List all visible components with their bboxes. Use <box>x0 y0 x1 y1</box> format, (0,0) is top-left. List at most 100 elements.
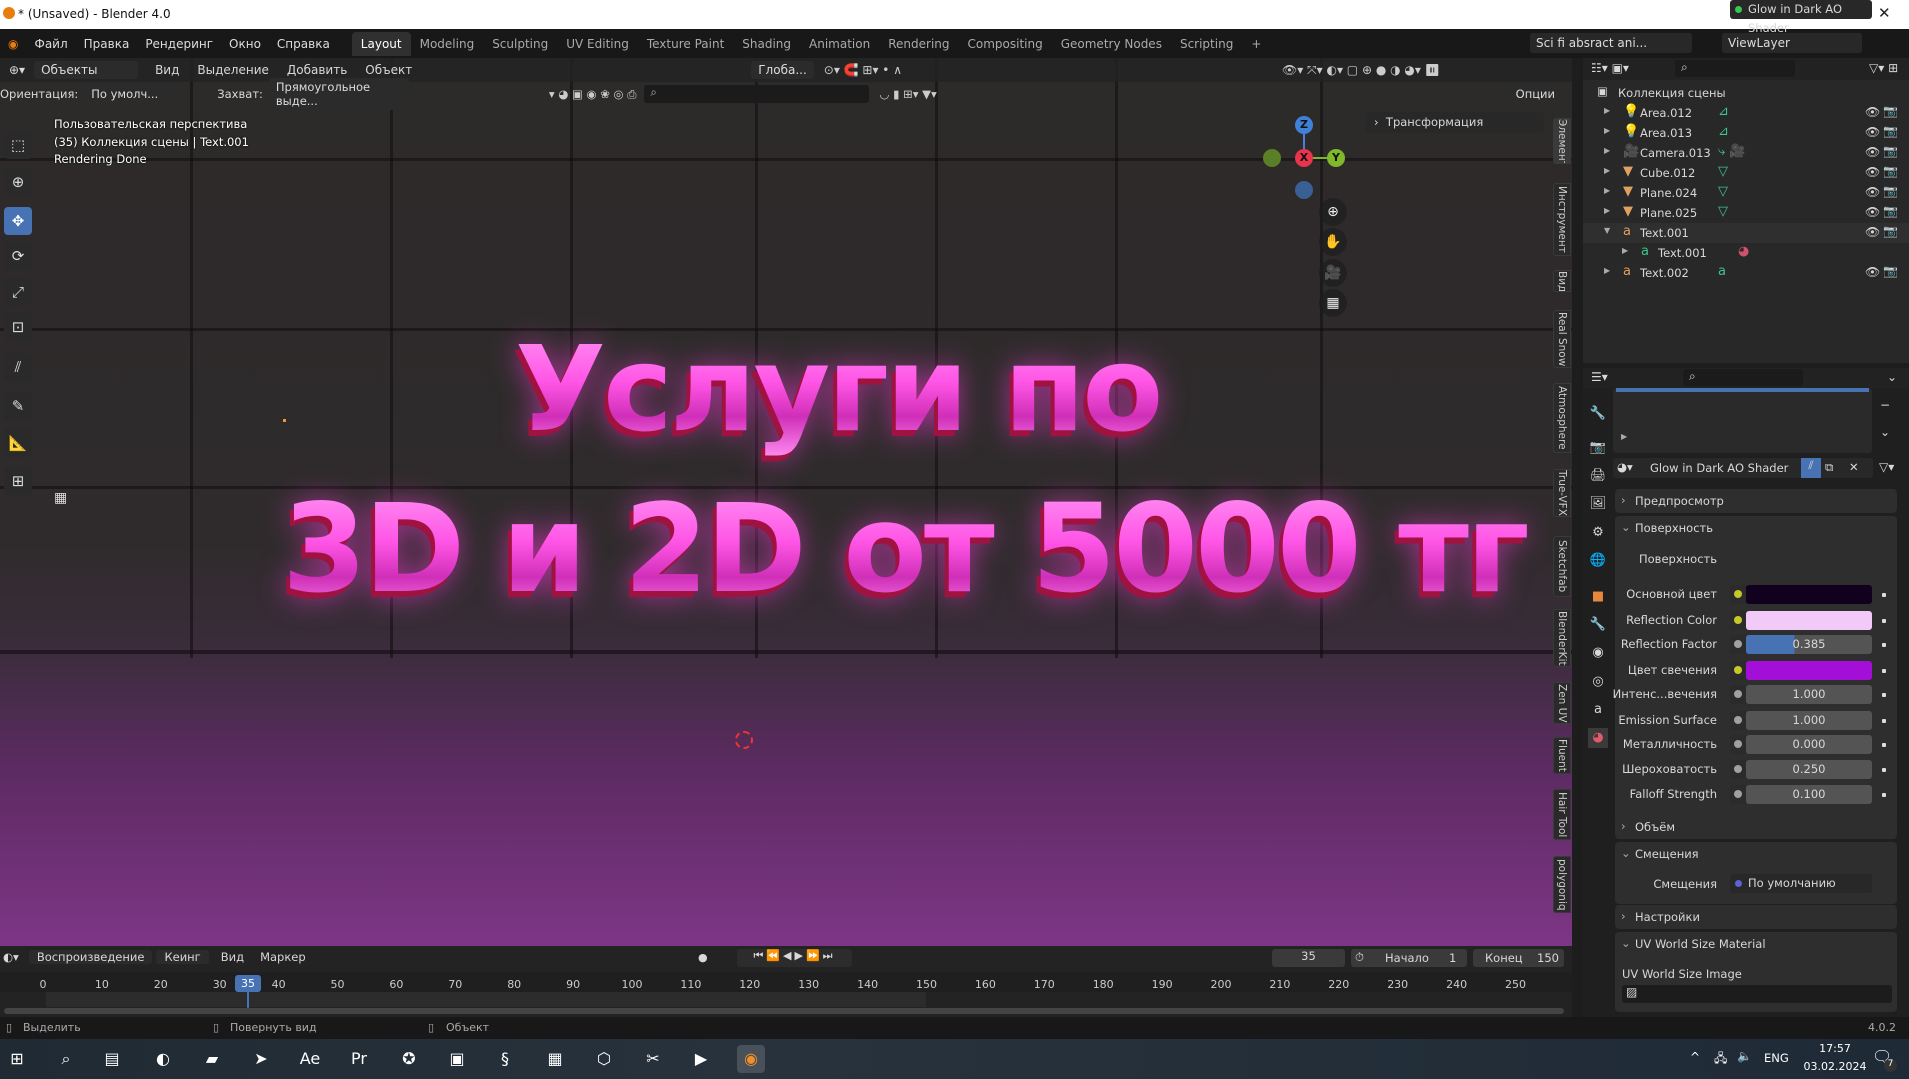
filter-icon[interactable]: ▽▾ ⊞ <box>1869 61 1898 75</box>
socket-icon[interactable] <box>1730 685 1746 704</box>
snap-selector[interactable]: Прямоугольное выде... <box>268 78 409 110</box>
volume-icon[interactable]: 🔈 <box>1737 1049 1752 1063</box>
socket-icon[interactable] <box>1730 760 1746 779</box>
render-camera-icon[interactable]: 📷 <box>1883 144 1898 158</box>
record-button[interactable]: ● <box>698 951 708 964</box>
display-mode-icon[interactable]: ☷▾ ▣▾ <box>1591 61 1629 75</box>
orientation-selector[interactable]: По умолч... <box>84 85 180 103</box>
keyframe-dot-icon[interactable] <box>1882 643 1886 647</box>
render-camera-icon[interactable]: 📷 <box>1883 104 1898 118</box>
end-frame-field[interactable]: Конец 150 <box>1473 949 1564 967</box>
property-field[interactable] <box>1746 585 1872 604</box>
sidebar-tab[interactable]: Atmosphere <box>1553 383 1571 453</box>
after-effects-taskbar-icon[interactable]: Ae <box>296 1045 324 1073</box>
search-taskbar-icon[interactable]: ⌕ <box>52 1045 80 1073</box>
section-settings[interactable]: › Настройки <box>1615 905 1897 929</box>
unlink-icon[interactable]: ✕ <box>1849 460 1859 474</box>
viewport-search-input[interactable]: ⌕ <box>644 85 870 103</box>
current-frame-field[interactable]: 35 <box>1272 949 1345 967</box>
workspace-tab[interactable]: Compositing <box>959 32 1052 56</box>
socket-icon[interactable] <box>1730 785 1746 804</box>
transform-icon[interactable]: ⊡ <box>4 313 32 341</box>
section-preview[interactable]: › Предпросмотр <box>1615 489 1897 513</box>
outliner-row[interactable]: ▶ 🎥 Camera.013 ⤷ 🎥 👁 📷 <box>1583 143 1909 163</box>
keyframe-dot-icon[interactable] <box>1882 768 1886 772</box>
keyframe-dot-icon[interactable] <box>1882 669 1886 673</box>
section-volume[interactable]: › Объём <box>1615 815 1897 839</box>
sidebar-tab[interactable]: Элемент <box>1553 118 1571 164</box>
viewport-menu-item[interactable]: Объект <box>356 63 421 77</box>
options-button[interactable]: Опции <box>1508 85 1562 103</box>
language-indicator[interactable]: ENG <box>1764 1051 1789 1065</box>
edge-taskbar-icon[interactable]: ◐ <box>149 1045 177 1073</box>
outliner-row[interactable]: ▼ a Text.001 👁 📷 <box>1583 223 1909 243</box>
gizmo-x-button[interactable]: X <box>1295 149 1313 167</box>
keyframe-dot-icon[interactable] <box>1882 719 1886 723</box>
remove-slot-button[interactable]: − <box>1880 398 1890 412</box>
outliner-row[interactable]: ▶ 💡 Area.013 ⊿ 👁 📷 <box>1583 123 1909 143</box>
gizmo-y-button[interactable]: Y <box>1327 149 1345 167</box>
outliner-row[interactable]: ▶ a Text.002 a 👁 📷 <box>1583 263 1909 283</box>
collection-filter-icons[interactable]: ◡ ▮ ⊞▾ ▼▾ <box>879 87 936 101</box>
outliner-item-name[interactable]: Area.012 <box>1640 106 1692 120</box>
visibility-eye-icon[interactable]: 👁 <box>1865 145 1880 159</box>
render-camera-icon[interactable]: 📷 <box>1883 224 1898 238</box>
outliner-row[interactable]: ▶ ▼ Cube.012 ▽ 👁 📷 <box>1583 163 1909 183</box>
annotate-icon[interactable]: ✎ <box>4 392 32 420</box>
render-camera-icon[interactable]: 📷 <box>1883 184 1898 198</box>
menu-item[interactable]: Окно <box>221 37 269 51</box>
property-field[interactable]: 0.000 <box>1746 735 1872 754</box>
outliner-search-input[interactable]: ⌕ <box>1675 60 1795 77</box>
app2-taskbar-icon[interactable]: § <box>491 1045 519 1073</box>
add-cube-icon[interactable]: ⊞ <box>4 467 32 495</box>
workspace-tab[interactable]: Texture Paint <box>638 32 733 56</box>
property-field[interactable]: 1.000 <box>1746 685 1872 704</box>
visibility-eye-icon[interactable]: 👁 <box>1865 105 1880 119</box>
sidebar-tab[interactable]: Вид <box>1553 270 1571 292</box>
material-name[interactable]: Glow in Dark AO Shader <box>1650 461 1788 475</box>
visibility-eye-icon[interactable]: 👁 <box>1865 185 1880 199</box>
viewport-menu-item[interactable]: Выделение <box>188 63 277 77</box>
box-app-taskbar-icon[interactable]: ⬡ <box>590 1045 618 1073</box>
outliner-item-name[interactable]: Plane.025 <box>1640 206 1697 220</box>
workspace-tab[interactable]: Rendering <box>879 32 958 56</box>
workspace-tab[interactable]: Shading <box>733 32 800 56</box>
socket-icon[interactable] <box>1730 635 1746 654</box>
premiere-taskbar-icon[interactable]: Pr <box>345 1045 373 1073</box>
editor-type-icon[interactable]: ◐▾ <box>3 950 19 964</box>
keyframe-dot-icon[interactable] <box>1882 593 1886 597</box>
workspace-tab[interactable]: Scripting <box>1171 32 1242 56</box>
workspace-tab[interactable]: Modeling <box>411 32 484 56</box>
render-camera-icon[interactable]: 📷 <box>1883 164 1898 178</box>
editor-type-icon[interactable]: ☰▾ <box>1591 370 1608 384</box>
timeline-menu-item[interactable]: Маркер <box>252 950 314 964</box>
media-taskbar-icon[interactable]: ▣ <box>443 1045 471 1073</box>
property-field[interactable]: 0.100 <box>1746 785 1872 804</box>
keyframe-dot-icon[interactable] <box>1882 793 1886 797</box>
collapsed-arrow-icon[interactable]: ▶ <box>1622 246 1628 255</box>
menu-item[interactable]: Справка <box>269 37 338 51</box>
clock-date[interactable]: 03.02.2024 <box>1800 1060 1870 1073</box>
socket-icon[interactable] <box>1730 661 1746 680</box>
menu-item[interactable]: Файл <box>26 37 75 51</box>
keyframe-dot-icon[interactable] <box>1882 619 1886 623</box>
collapsed-arrow-icon[interactable]: ▶ <box>1604 206 1610 215</box>
visibility-eye-icon[interactable]: 👁 <box>1865 225 1880 239</box>
collapsed-arrow-icon[interactable]: ▶ <box>1604 146 1610 155</box>
start-frame-field[interactable]: ⏱ Начало 1 <box>1351 949 1467 967</box>
view-layer-icon[interactable]: 🖼 <box>1588 494 1608 514</box>
timeline-menu-item[interactable]: Кеинг <box>156 950 209 964</box>
mode-selector[interactable]: Объекты <box>34 61 139 79</box>
select-box-icon[interactable]: ⬚ <box>4 131 32 159</box>
gizmo-z-button[interactable]: Z <box>1295 116 1313 134</box>
editor-type-icon[interactable]: ⊕▾ <box>0 63 34 77</box>
property-field[interactable]: 0.250 <box>1746 760 1872 779</box>
chevron-down-icon[interactable]: ⌄ <box>1887 370 1897 384</box>
collapsed-arrow-icon[interactable]: ▶ <box>1604 266 1610 275</box>
network-icon[interactable]: 🖧 <box>1714 1049 1727 1070</box>
slot-menu-button[interactable]: ⌄ <box>1880 425 1890 439</box>
collapsed-arrow-icon[interactable]: ▶ <box>1604 126 1610 135</box>
player-taskbar-icon[interactable]: ▶ <box>687 1045 715 1073</box>
clock-time[interactable]: 17:57 <box>1810 1042 1860 1055</box>
section-displacement[interactable]: ⌄ Смещения <box>1615 842 1897 904</box>
